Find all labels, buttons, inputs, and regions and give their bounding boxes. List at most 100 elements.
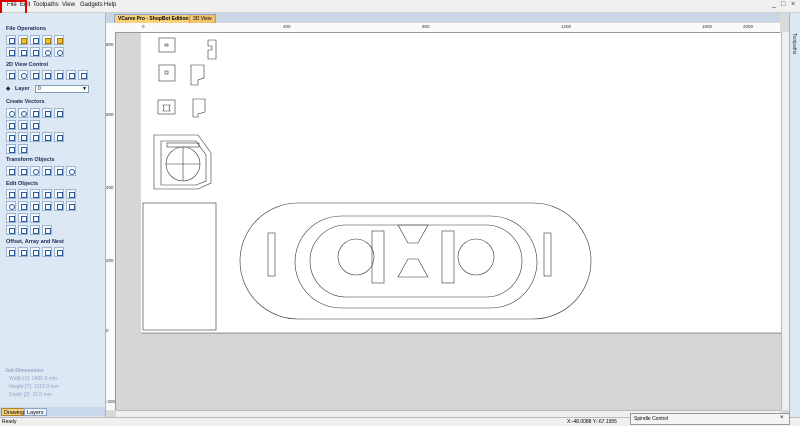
measure-icon[interactable] [18, 144, 28, 154]
tab-3d-view[interactable]: 3D View [189, 14, 216, 23]
polyline-icon[interactable] [6, 120, 16, 130]
nest-icon[interactable] [42, 247, 52, 257]
star-icon[interactable] [54, 108, 64, 118]
new-file-icon[interactable] [6, 35, 16, 45]
move-icon[interactable] [6, 166, 16, 176]
ruler-left-label: 400 [106, 185, 114, 190]
intersect-icon[interactable] [30, 201, 40, 211]
chevron-right-icon[interactable] [18, 225, 28, 235]
rectangle-icon[interactable] [30, 108, 40, 118]
save-icon[interactable] [30, 35, 40, 45]
node-edit-icon[interactable] [18, 189, 28, 199]
spindle-control-panel[interactable]: Spindle Control × [630, 413, 790, 425]
vector-tools-4 [6, 144, 28, 154]
scale-icon[interactable] [18, 166, 28, 176]
tab-layers[interactable]: Layers [24, 408, 47, 416]
grid-text-icon[interactable] [54, 132, 64, 142]
redo-icon[interactable] [54, 47, 64, 57]
ruler-top-label: 2000 [743, 24, 754, 29]
maximize-button[interactable]: □ [781, 1, 785, 8]
center-icon[interactable] [66, 166, 76, 176]
drawing-panel: File Operations 2D View Control ◆ Layer … [0, 13, 106, 417]
rotate-icon[interactable] [30, 166, 40, 176]
paste-icon[interactable] [30, 47, 40, 57]
offset-icon[interactable] [6, 247, 16, 257]
menu-view[interactable]: View [62, 2, 75, 8]
grid-icon[interactable] [66, 70, 76, 80]
text-icon[interactable] [6, 132, 16, 142]
ruler-top-label: 1600 [702, 24, 713, 29]
vector-tools-3 [6, 132, 64, 142]
circular-array-icon[interactable] [30, 247, 40, 257]
chevron-left-icon[interactable] [6, 213, 16, 223]
ellipse-icon[interactable] [18, 108, 28, 118]
ungroup-icon[interactable] [66, 189, 76, 199]
menu-help[interactable]: Help [104, 2, 116, 8]
file-tools [6, 35, 64, 45]
view-icon[interactable] [54, 70, 64, 80]
cut-icon[interactable] [6, 47, 16, 57]
section-file-operations: File Operations [6, 26, 47, 32]
polygon-icon[interactable] [42, 108, 52, 118]
copy-along-icon[interactable] [54, 247, 64, 257]
section-offset: Offset, Array and Nest [6, 239, 64, 245]
edit-tools-4 [6, 225, 52, 235]
material-sheet [141, 33, 781, 333]
pan-icon[interactable] [42, 70, 52, 80]
corner-icon[interactable] [30, 225, 40, 235]
drawing-canvas[interactable] [116, 33, 781, 410]
undo-icon[interactable] [42, 47, 52, 57]
toolpaths-pane[interactable]: Toolpaths [789, 13, 800, 417]
ruler-left-label: 800 [106, 42, 114, 47]
circle-icon[interactable] [6, 108, 16, 118]
import-icon[interactable] [42, 35, 52, 45]
edit-tools-3 [6, 213, 40, 223]
job-dimensions-title: Job Dimensions [5, 368, 44, 374]
split-icon[interactable] [54, 201, 64, 211]
vertical-scrollbar[interactable] [781, 32, 789, 410]
left-ruler: 800 600 400 200 0 -200 [106, 32, 116, 410]
group-icon[interactable] [54, 189, 64, 199]
zoom-box-icon[interactable] [30, 70, 40, 80]
close-icon[interactable]: × [780, 415, 784, 421]
align-icon[interactable] [54, 166, 64, 176]
ruler-top-label: 800 [422, 24, 430, 29]
chevron-down-icon: ▼ [82, 86, 87, 92]
text-arc-icon[interactable] [18, 132, 28, 142]
copy-icon[interactable] [18, 47, 28, 57]
open-file-icon[interactable] [18, 35, 28, 45]
scissors-icon[interactable] [66, 201, 76, 211]
menu-toolpaths[interactable]: Toolpaths [33, 2, 59, 8]
array-icon[interactable] [18, 247, 28, 257]
panel-tabs: Drawing Layers [0, 407, 105, 416]
ruler-left-label: 600 [106, 112, 114, 117]
tab-vcarve[interactable]: VCarve Pro - ShopBot Edition [114, 14, 193, 23]
select-icon[interactable] [6, 189, 16, 199]
zoom-icon[interactable] [18, 70, 28, 80]
spline-icon[interactable] [30, 120, 40, 130]
minimize-button[interactable]: _ [772, 1, 776, 8]
file-tools-2 [6, 47, 64, 57]
weld-icon[interactable] [6, 201, 16, 211]
fillet-icon[interactable] [6, 144, 16, 154]
section-edit-objects: Edit Objects [6, 181, 39, 187]
subtract-icon[interactable] [18, 201, 28, 211]
zoom-all-icon[interactable] [6, 70, 16, 80]
bracket-icon[interactable] [42, 225, 52, 235]
line-icon[interactable] [18, 213, 28, 223]
curve-icon[interactable] [18, 120, 28, 130]
mirror-icon[interactable] [42, 166, 52, 176]
dimension-icon[interactable] [30, 132, 40, 142]
extend-icon[interactable] [42, 189, 52, 199]
join-icon[interactable] [42, 201, 52, 211]
wave-icon[interactable] [30, 213, 40, 223]
cursor-coordinates: X:-48.0088 Y:-67.1955 [567, 419, 617, 425]
layers-icon[interactable] [78, 70, 88, 80]
offset-text-icon[interactable] [42, 132, 52, 142]
trim-icon[interactable] [30, 189, 40, 199]
folder-icon[interactable] [54, 35, 64, 45]
menu-gadgets[interactable]: Gadgets [80, 2, 103, 8]
oval-icon[interactable] [6, 225, 16, 235]
layer-select[interactable]: 0 ▼ [35, 85, 89, 93]
close-button[interactable]: × [791, 1, 795, 8]
